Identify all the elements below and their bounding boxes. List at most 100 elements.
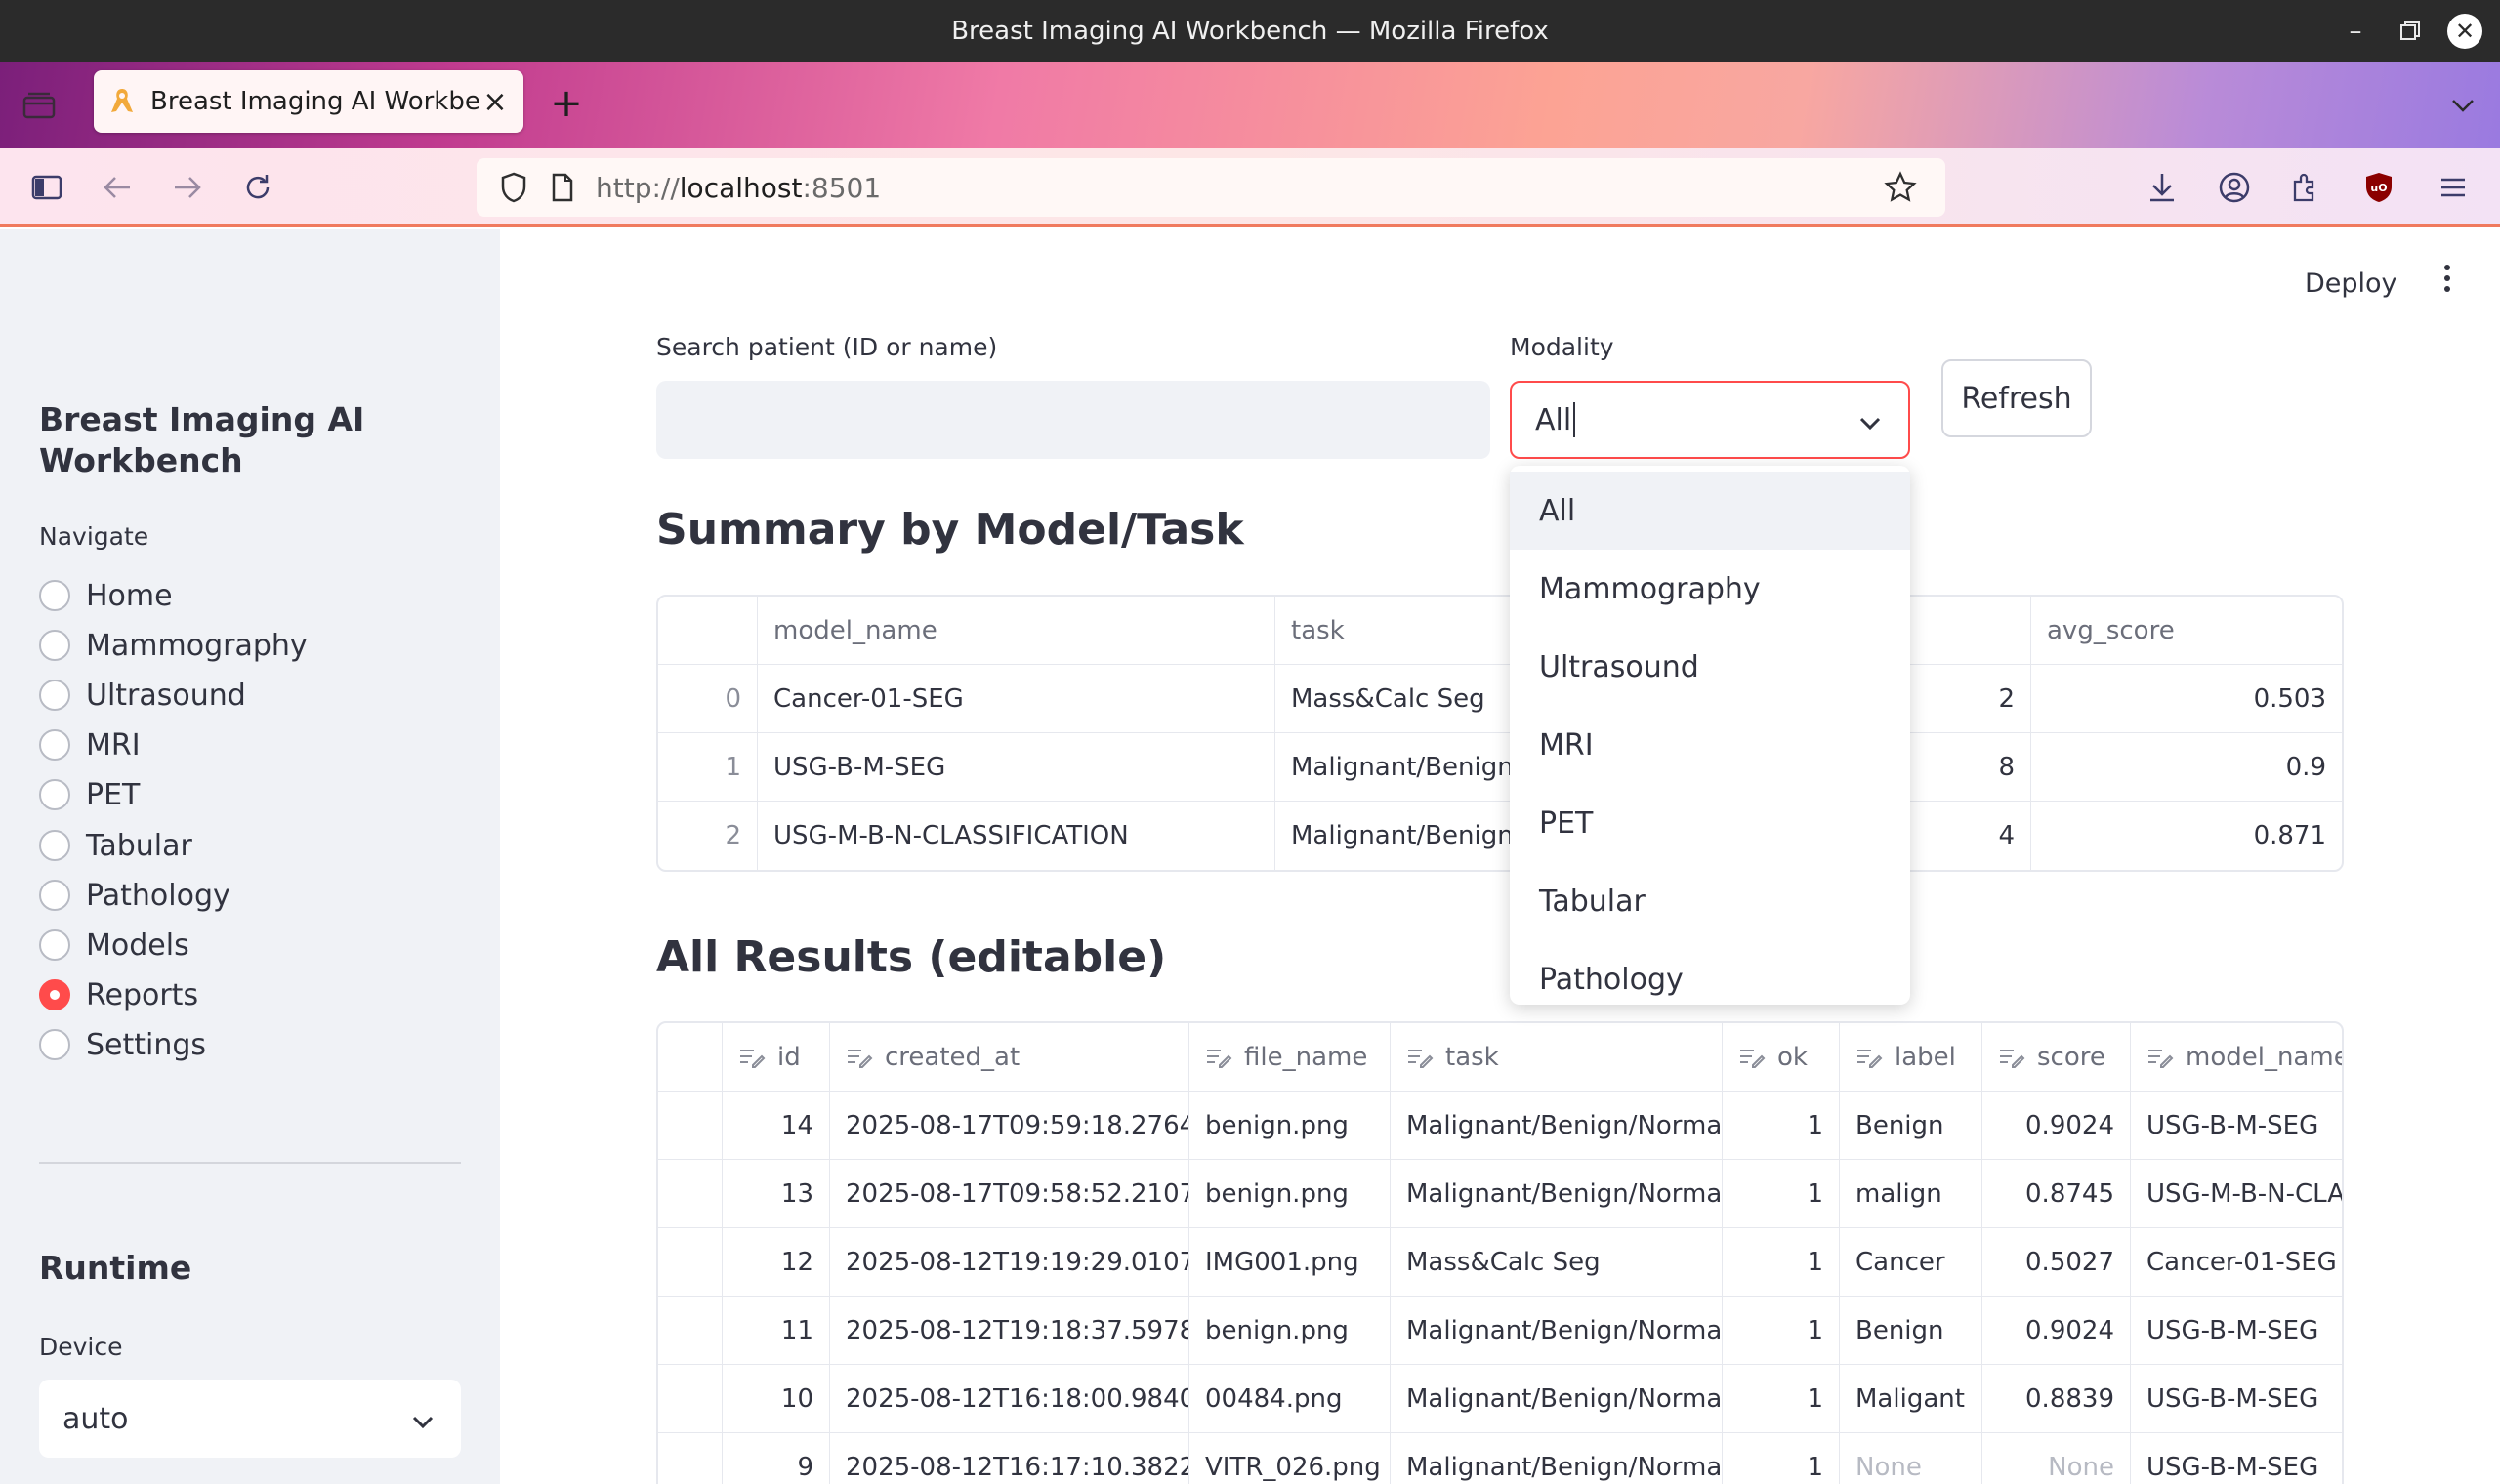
table-cell[interactable]: USG-B-M-SEG: [2131, 1092, 2342, 1160]
table-cell[interactable]: Cancer: [1840, 1228, 1982, 1297]
nav-radio-models[interactable]: Models: [39, 926, 189, 965]
column-header-file-name[interactable]: file_name: [1189, 1023, 1391, 1092]
table-cell[interactable]: USG-B-M-SEG: [758, 733, 1275, 802]
shield-icon[interactable]: [492, 166, 535, 209]
table-cell[interactable]: 1: [1723, 1228, 1840, 1297]
dropdown-option-mammography[interactable]: Mammography: [1510, 550, 1910, 628]
radio-circle[interactable]: [39, 830, 70, 861]
tab-close-icon[interactable]: ×: [480, 85, 510, 119]
nav-radio-ultrasound[interactable]: Ultrasound: [39, 676, 246, 715]
table-cell[interactable]: Malignant/Benign/Normal: [1391, 1297, 1723, 1365]
table-row[interactable]: 14 2025-08-17T09:59:18.276414 benign.png…: [658, 1092, 2342, 1160]
table-cell[interactable]: 11: [723, 1297, 830, 1365]
more-options-icon[interactable]: [2434, 259, 2461, 298]
dropdown-option-tabular[interactable]: Tabular: [1510, 862, 1910, 940]
table-row[interactable]: 13 2025-08-17T09:58:52.210702 benign.png…: [658, 1160, 2342, 1228]
row-select-header[interactable]: [658, 1023, 723, 1092]
column-header-score[interactable]: score: [1982, 1023, 2131, 1092]
row-select-cell[interactable]: [658, 1365, 723, 1433]
table-cell[interactable]: 0.8745: [1982, 1160, 2131, 1228]
table-cell[interactable]: Maligant: [1840, 1365, 1982, 1433]
url-text[interactable]: http://localhost:8501: [596, 172, 881, 204]
maximize-icon[interactable]: [2393, 14, 2428, 49]
dropdown-option-pathology[interactable]: Pathology: [1510, 940, 1910, 1018]
account-icon[interactable]: [2213, 166, 2256, 209]
radio-circle[interactable]: [39, 630, 70, 661]
table-cell[interactable]: 2025-08-12T16:17:10.382218: [830, 1433, 1189, 1484]
nav-radio-tabular[interactable]: Tabular: [39, 826, 192, 865]
extensions-icon[interactable]: [2283, 166, 2326, 209]
table-row[interactable]: 11 2025-08-12T19:18:37.597834 benign.png…: [658, 1297, 2342, 1365]
nav-radio-home[interactable]: Home: [39, 576, 173, 615]
radio-circle[interactable]: [39, 929, 70, 961]
refresh-button[interactable]: Refresh: [1941, 359, 2092, 437]
table-cell[interactable]: VITR_026.png: [1189, 1433, 1391, 1484]
table-cell[interactable]: benign.png: [1189, 1160, 1391, 1228]
table-cell[interactable]: None: [1982, 1433, 2131, 1484]
table-cell[interactable]: 10: [723, 1365, 830, 1433]
table-cell[interactable]: Malignant/Benign/Normal: [1391, 1365, 1723, 1433]
table-cell[interactable]: Malignant/Benign/Normal: [1391, 1160, 1723, 1228]
nav-radio-reports[interactable]: Reports: [39, 975, 198, 1014]
dropdown-option-ultrasound[interactable]: Ultrasound: [1510, 628, 1910, 706]
search-input[interactable]: [656, 381, 1490, 459]
column-header-label[interactable]: label: [1840, 1023, 1982, 1092]
column-header-model-name[interactable]: model_name: [2131, 1023, 2342, 1092]
dropdown-option-mri[interactable]: MRI: [1510, 706, 1910, 784]
table-cell[interactable]: Malignant/Benign/Normal: [1391, 1092, 1723, 1160]
table-cell[interactable]: 0: [658, 665, 758, 733]
radio-circle[interactable]: [39, 1029, 70, 1060]
column-header-ok[interactable]: ok: [1723, 1023, 1840, 1092]
table-row[interactable]: 9 2025-08-12T16:17:10.382218 VITR_026.pn…: [658, 1433, 2342, 1484]
radio-circle[interactable]: [39, 779, 70, 810]
table-cell[interactable]: 0.9024: [1982, 1092, 2131, 1160]
deploy-button[interactable]: Deploy: [2305, 268, 2397, 299]
dropdown-option-pet[interactable]: PET: [1510, 784, 1910, 862]
dropdown-option-all[interactable]: All: [1510, 472, 1910, 550]
browser-tab-active[interactable]: Breast Imaging AI Workbench ×: [94, 70, 523, 133]
table-cell[interactable]: 1: [1723, 1092, 1840, 1160]
radio-circle[interactable]: [39, 880, 70, 911]
table-cell[interactable]: Benign: [1840, 1297, 1982, 1365]
reload-icon[interactable]: [236, 166, 279, 209]
device-select[interactable]: auto: [39, 1380, 461, 1458]
forward-icon[interactable]: [166, 166, 209, 209]
column-header-id[interactable]: id: [723, 1023, 830, 1092]
table-cell[interactable]: Malignant/Benign/Normal: [1391, 1433, 1723, 1484]
table-cell[interactable]: USG-B-M-SEG: [2131, 1433, 2342, 1484]
table-cell[interactable]: benign.png: [1189, 1297, 1391, 1365]
hamburger-menu-icon[interactable]: [2432, 166, 2475, 209]
table-cell[interactable]: 1: [1723, 1297, 1840, 1365]
table-cell[interactable]: 2: [658, 802, 758, 870]
radio-circle[interactable]: [39, 680, 70, 711]
close-window-icon[interactable]: ✕: [2447, 14, 2482, 49]
table-cell[interactable]: 1: [1723, 1433, 1840, 1484]
column-header-task[interactable]: task: [1391, 1023, 1723, 1092]
column-header[interactable]: model_name: [758, 597, 1275, 665]
summary-table[interactable]: model_name task avg_score 0 Cancer-01-SE…: [656, 595, 2344, 872]
url-bar[interactable]: http://localhost:8501: [477, 158, 1945, 217]
column-header[interactable]: avg_score: [2031, 597, 2342, 665]
table-cell[interactable]: Cancer-01-SEG: [2131, 1228, 2342, 1297]
table-cell[interactable]: 2025-08-12T19:18:37.597834: [830, 1297, 1189, 1365]
table-row[interactable]: 12 2025-08-12T19:19:29.010735 IMG001.png…: [658, 1228, 2342, 1297]
index-header[interactable]: [658, 597, 758, 665]
radio-circle[interactable]: [39, 580, 70, 611]
table-cell[interactable]: 0.871: [2031, 802, 2342, 870]
table-cell[interactable]: malign: [1840, 1160, 1982, 1228]
table-row[interactable]: 2 USG-M-B-N-CLASSIFICATION Malignant/Ben…: [658, 802, 2342, 870]
table-row[interactable]: 0 Cancer-01-SEG Mass&Calc Seg 2 0.503: [658, 665, 2342, 733]
table-row[interactable]: 1 USG-B-M-SEG Malignant/Benign/Normal 8 …: [658, 733, 2342, 802]
table-cell[interactable]: 0.503: [2031, 665, 2342, 733]
row-select-cell[interactable]: [658, 1433, 723, 1484]
table-row[interactable]: 10 2025-08-12T16:18:00.984081 00484.png …: [658, 1365, 2342, 1433]
table-cell[interactable]: 13: [723, 1160, 830, 1228]
table-cell[interactable]: 1: [658, 733, 758, 802]
table-cell[interactable]: 00484.png: [1189, 1365, 1391, 1433]
table-cell[interactable]: USG-M-B-N-CLASSIFICATION: [2131, 1160, 2342, 1228]
table-cell[interactable]: USG-B-M-SEG: [2131, 1297, 2342, 1365]
firefox-view-icon[interactable]: [16, 84, 62, 127]
nav-radio-mri[interactable]: MRI: [39, 725, 141, 764]
table-cell[interactable]: Cancer-01-SEG: [758, 665, 1275, 733]
row-select-cell[interactable]: [658, 1160, 723, 1228]
